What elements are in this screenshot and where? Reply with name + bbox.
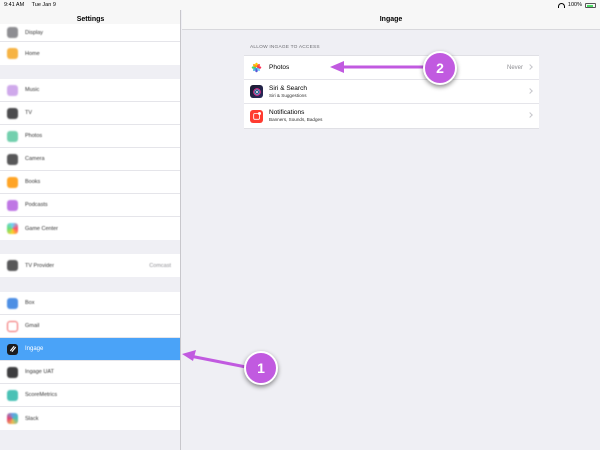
sidebar-item-value: Comcast [149,262,171,269]
annotation-arrow-1 [182,350,248,369]
sidebar-item-photos[interactable]: Photos [0,125,180,148]
sidebar-item-label: Game Center [25,225,59,232]
sidebar-item-label: ScoreMetrics [25,392,58,398]
photos-icon [250,61,263,74]
annotation-badge-1: 1 [244,351,278,385]
slack-icon [7,413,18,424]
sidebar-item-label: Ingage [25,346,44,352]
settings-sidebar: Settings Display Home Music TV Photos Ca… [0,0,181,450]
access-settings-list: Photos Never Siri & Search Siri & Sugges… [244,55,539,129]
annotation-badge-2: 2 [423,51,457,85]
status-time: 9:41 AM [4,2,25,8]
siri-icon [250,85,263,98]
sidebar-item-camera[interactable]: Camera [0,148,180,171]
sidebar-item-podcasts[interactable]: Podcasts [0,194,180,217]
sidebar-item-music[interactable]: Music [0,79,180,102]
sidebar-item-label: Ingage UAT [25,369,54,375]
status-date: Tue Jan 9 [31,2,56,8]
sidebar-item-label: Camera [25,156,45,162]
row-subtitle: Banners, Sounds, Badges [269,117,323,122]
music-icon [7,84,18,96]
scoremetrics-icon [7,389,18,401]
notifications-icon [250,109,263,123]
display-icon [7,27,18,38]
siri-search-row[interactable]: Siri & Search Siri & Suggestions [244,80,539,104]
photos-access-row[interactable]: Photos Never [244,56,539,80]
sidebar-item-tv-provider[interactable]: TV Provider Comcast [0,254,180,277]
sidebar-item-game-center[interactable]: Game Center [0,217,180,240]
sidebar-group: Box Gmail Ingage Ingage UAT ScoreMetrics [0,292,180,430]
row-title: Photos [269,63,290,71]
game-center-icon [7,223,18,234]
box-icon [7,297,18,309]
chevron-right-icon [527,64,533,70]
sidebar-item-gmail[interactable]: Gmail [0,315,180,338]
gmail-icon [7,320,18,332]
home-icon [7,48,18,59]
battery-percent: 100% [567,2,582,8]
chevron-right-icon [527,112,533,118]
camera-icon [7,153,18,165]
sidebar-item-home[interactable]: Home [0,42,180,65]
row-subtitle: Siri & Suggestions [269,92,307,98]
sidebar-item-label: TV Provider [25,262,55,269]
ingage-uat-icon [7,366,18,378]
sidebar-item-box[interactable]: Box [0,292,180,315]
sidebar-group: Display Home [0,24,180,65]
sidebar-item-scoremetrics[interactable]: ScoreMetrics [0,384,180,407]
row-title: Siri & Search [269,84,307,92]
sidebar-item-label: Display [25,29,44,36]
photos-access-value: Never [506,64,523,71]
sidebar-item-display[interactable]: Display [0,24,180,42]
sidebar-item-label: TV [25,110,33,116]
sidebar-item-label: Home [25,50,40,57]
wifi-icon [557,2,565,8]
detail-title: Ingage [182,10,600,30]
sidebar-item-label: Box [25,300,35,306]
notifications-row[interactable]: Notifications Banners, Sounds, Badges [244,104,539,128]
status-bar: 9:41 AM Tue Jan 9 100% [0,0,600,10]
sidebar-item-label: Podcasts [25,202,48,208]
sidebar-list: Display Home Music TV Photos Camera Book… [0,24,180,430]
sidebar-item-label: Photos [25,133,43,139]
sidebar-item-tv[interactable]: TV [0,102,180,125]
sidebar-item-ingage-uat[interactable]: Ingage UAT [0,361,180,384]
battery-icon [585,2,596,8]
ingage-icon [7,343,18,355]
sidebar-item-label: Music [25,87,40,93]
sidebar-group: TV Provider Comcast [0,254,180,277]
tv-provider-icon [7,260,18,271]
sidebar-group: Music TV Photos Camera Books Podcasts Ga… [0,79,180,240]
photos-icon [7,130,18,142]
sidebar-item-label: Books [25,179,41,185]
podcasts-icon [7,199,18,211]
sidebar-item-label: Gmail [25,323,40,329]
books-icon [7,176,18,188]
sidebar-item-label: Slack [25,415,39,422]
sidebar-item-books[interactable]: Books [0,171,180,194]
section-title: ALLOW INGAGE TO ACCESS [250,45,320,50]
row-title: Notifications [269,109,305,116]
sidebar-item-ingage[interactable]: Ingage [0,338,180,361]
sidebar-item-slack[interactable]: Slack [0,407,180,430]
tv-icon [7,107,18,119]
chevron-right-icon [527,88,533,94]
